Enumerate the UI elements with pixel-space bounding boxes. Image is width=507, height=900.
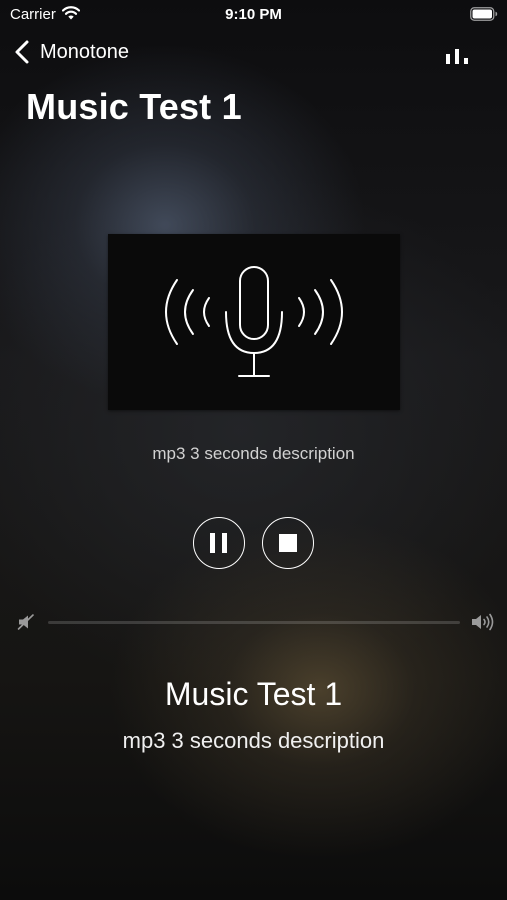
- artwork-caption: mp3 3 seconds description: [152, 444, 355, 463]
- speaker-muted-icon: [17, 614, 34, 630]
- status-time: 9:10 PM: [225, 6, 282, 23]
- back-button[interactable]: Monotone: [14, 38, 129, 66]
- stop-icon: [278, 533, 297, 552]
- battery-icon: [470, 7, 498, 21]
- status-bar: Carrier 9:10 PM: [0, 0, 507, 30]
- volume-track: [48, 621, 460, 624]
- now-playing-description: mp3 3 seconds description: [122, 728, 385, 753]
- volume-slider[interactable]: [48, 611, 460, 633]
- microphone-broadcast-icon: [165, 266, 343, 377]
- stop-button[interactable]: [262, 517, 314, 569]
- chevron-left-icon: [15, 40, 29, 64]
- back-button-label: Monotone: [40, 40, 129, 63]
- page-title: Music Test 1: [26, 86, 242, 127]
- artwork: [108, 234, 400, 410]
- bar-chart-icon[interactable]: [444, 46, 470, 66]
- speaker-loud-icon: [472, 613, 494, 631]
- now-playing-title: Music Test 1: [164, 676, 343, 712]
- pause-button[interactable]: [193, 517, 245, 569]
